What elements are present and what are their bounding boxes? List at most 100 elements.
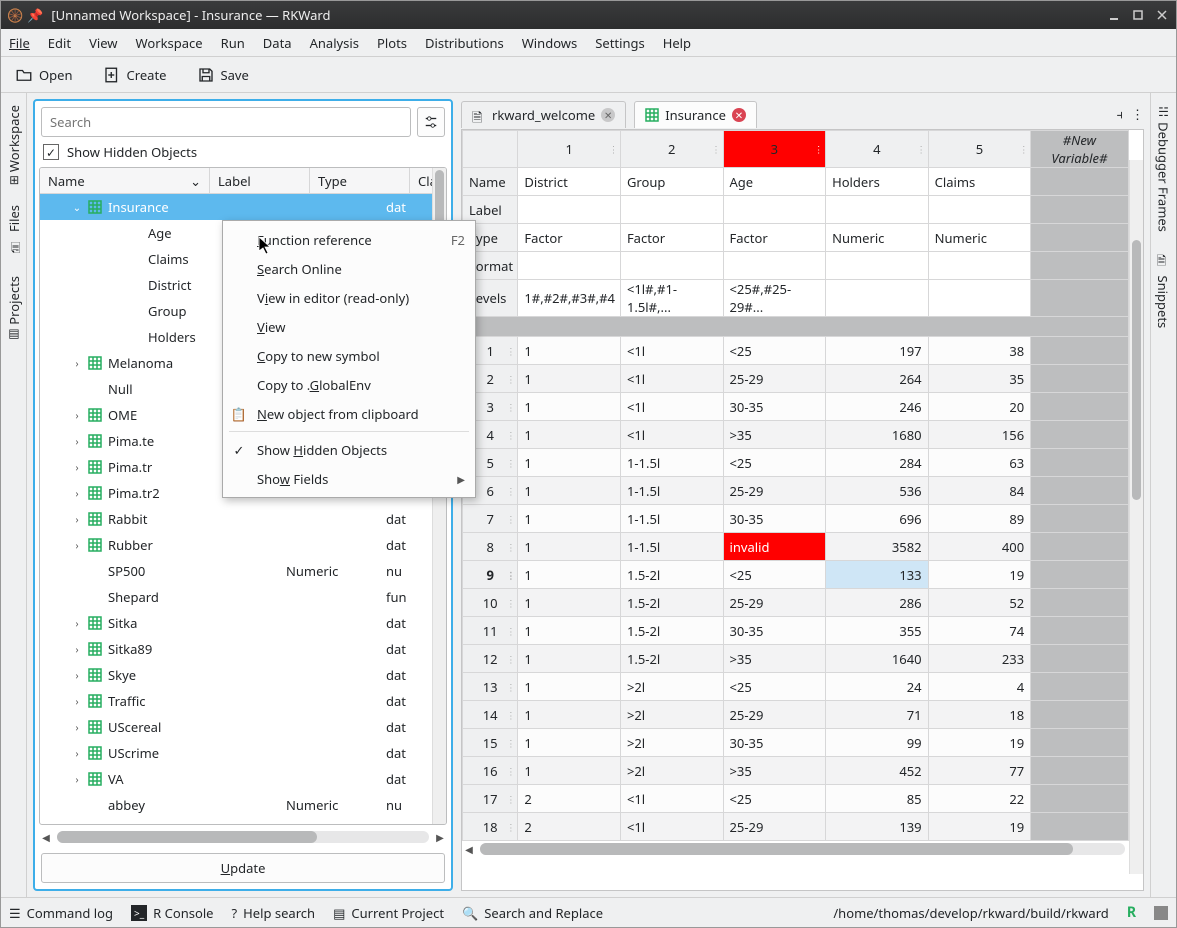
menu-edit[interactable]: Edit	[48, 34, 71, 52]
close-icon[interactable]: ✕	[732, 108, 746, 122]
meta-cell[interactable]	[928, 252, 1031, 280]
cell[interactable]: 1	[518, 421, 621, 449]
new-variable-col[interactable]: #New Variable#	[1031, 131, 1128, 168]
cell[interactable]: 246	[826, 393, 929, 421]
cell[interactable]: 355	[826, 617, 929, 645]
meta-cell[interactable]	[518, 196, 621, 224]
cell[interactable]: 1.5-2l	[620, 561, 723, 589]
cell[interactable]: 74	[928, 617, 1031, 645]
meta-cell[interactable]: Claims	[928, 168, 1031, 196]
tree-node-insurance[interactable]: ⌄Insurancedat	[40, 194, 446, 220]
menu-item[interactable]: Copy to .GlobalEnv	[223, 370, 475, 399]
cell[interactable]: 35	[928, 365, 1031, 393]
r-console-button[interactable]: >_ R Console	[131, 904, 214, 922]
cell[interactable]: 1-1.5l	[620, 449, 723, 477]
cell[interactable]: 2	[518, 813, 621, 841]
tab-insurance[interactable]: Insurance ✕	[634, 101, 757, 128]
meta-cell[interactable]	[928, 280, 1031, 317]
filter-button[interactable]	[417, 107, 445, 137]
tree-node[interactable]: ›Rubberdat	[40, 532, 446, 558]
tab-projects[interactable]: ▤ Projects	[3, 272, 25, 346]
meta-cell[interactable]: Numeric	[826, 224, 929, 252]
split-view-button[interactable]: ⫞	[1117, 105, 1124, 123]
cell[interactable]: 284	[826, 449, 929, 477]
cell[interactable]: 71	[826, 701, 929, 729]
row-header[interactable]: 9⋮	[463, 561, 518, 589]
cell[interactable]: >2l	[620, 701, 723, 729]
row-header[interactable]: 7⋮	[463, 505, 518, 533]
cell[interactable]: 452	[826, 757, 929, 785]
cell[interactable]: 19	[928, 729, 1031, 757]
menu-item[interactable]: View	[223, 312, 475, 341]
cell[interactable]: 25-29	[723, 701, 826, 729]
menu-item[interactable]: Copy to new symbol	[223, 341, 475, 370]
cell[interactable]: 2	[518, 785, 621, 813]
tab-workspace[interactable]: ⊞ Workspace	[3, 101, 25, 189]
cell[interactable]: 52	[928, 589, 1031, 617]
cell[interactable]: 1	[518, 757, 621, 785]
cell[interactable]: 99	[826, 729, 929, 757]
row-header[interactable]: 18⋮	[463, 813, 518, 841]
cell[interactable]: 25-29	[723, 813, 826, 841]
cell[interactable]: invalid	[723, 533, 826, 561]
cell[interactable]: 89	[928, 505, 1031, 533]
save-button[interactable]: Save	[191, 62, 255, 88]
cell[interactable]: 233	[928, 645, 1031, 673]
menu-data[interactable]: Data	[263, 34, 292, 52]
meta-cell[interactable]: Holders	[826, 168, 929, 196]
meta-cell[interactable]: Group	[620, 168, 723, 196]
cell[interactable]: 1.5-2l	[620, 589, 723, 617]
cell[interactable]: 1	[518, 505, 621, 533]
meta-cell[interactable]	[928, 196, 1031, 224]
cell[interactable]: 1-1.5l	[620, 505, 723, 533]
meta-cell[interactable]	[826, 252, 929, 280]
col-type[interactable]: Type	[310, 168, 410, 193]
meta-cell[interactable]	[723, 252, 826, 280]
tree-node[interactable]: ›Skyedat	[40, 662, 446, 688]
cell[interactable]: <25	[723, 785, 826, 813]
show-hidden-checkbox[interactable]: ✓	[43, 144, 59, 160]
cell[interactable]: 3582	[826, 533, 929, 561]
col-header-5[interactable]: 5⋮	[928, 131, 1031, 168]
menu-item[interactable]: Show Fields▶	[223, 464, 475, 493]
col-header-1[interactable]: 1⋮	[518, 131, 621, 168]
row-header[interactable]: 17⋮	[463, 785, 518, 813]
cell[interactable]: 24	[826, 673, 929, 701]
tab-debugger-frames[interactable]: ☵ Debugger Frames	[1153, 101, 1175, 236]
cell[interactable]: 1	[518, 449, 621, 477]
col-header-2[interactable]: 2⋮	[620, 131, 723, 168]
cell[interactable]: <25	[723, 449, 826, 477]
grid-scrollbar-h[interactable]: ◀▶	[462, 841, 1143, 857]
row-header[interactable]: 16⋮	[463, 757, 518, 785]
meta-cell[interactable]: Factor	[723, 224, 826, 252]
tree-node[interactable]: ›UScerealdat	[40, 714, 446, 740]
cell[interactable]: 4	[928, 673, 1031, 701]
cell[interactable]: >2l	[620, 673, 723, 701]
cell[interactable]: 22	[928, 785, 1031, 813]
meta-cell[interactable]: Factor	[518, 224, 621, 252]
tree-node[interactable]: ›UScrimedat	[40, 740, 446, 766]
meta-cell[interactable]	[723, 196, 826, 224]
tab-rkward-welcome[interactable]: 🗎 rkward_welcome ✕	[461, 101, 626, 128]
cell[interactable]: 30-35	[723, 505, 826, 533]
cell[interactable]: 18	[928, 701, 1031, 729]
row-header[interactable]: 12⋮	[463, 645, 518, 673]
close-button[interactable]	[1154, 7, 1170, 23]
tree-node[interactable]: ›Sitkadat	[40, 610, 446, 636]
menu-file[interactable]: File	[9, 34, 30, 52]
cell[interactable]: 536	[826, 477, 929, 505]
meta-cell[interactable]: Age	[723, 168, 826, 196]
cell[interactable]: 133	[826, 561, 929, 589]
meta-cell[interactable]	[620, 252, 723, 280]
cell[interactable]: <1l	[620, 421, 723, 449]
maximize-button[interactable]	[1130, 7, 1146, 23]
cell[interactable]: 1	[518, 701, 621, 729]
cell[interactable]: 197	[826, 337, 929, 365]
meta-cell[interactable]: Factor	[620, 224, 723, 252]
cell[interactable]: 1	[518, 533, 621, 561]
minimize-button[interactable]	[1106, 7, 1122, 23]
help-search-button[interactable]: ? Help search	[232, 904, 316, 922]
cell[interactable]: 30-35	[723, 729, 826, 757]
cell[interactable]: 30-35	[723, 617, 826, 645]
tab-snippets[interactable]: 🗎 Snippets	[1151, 248, 1176, 332]
